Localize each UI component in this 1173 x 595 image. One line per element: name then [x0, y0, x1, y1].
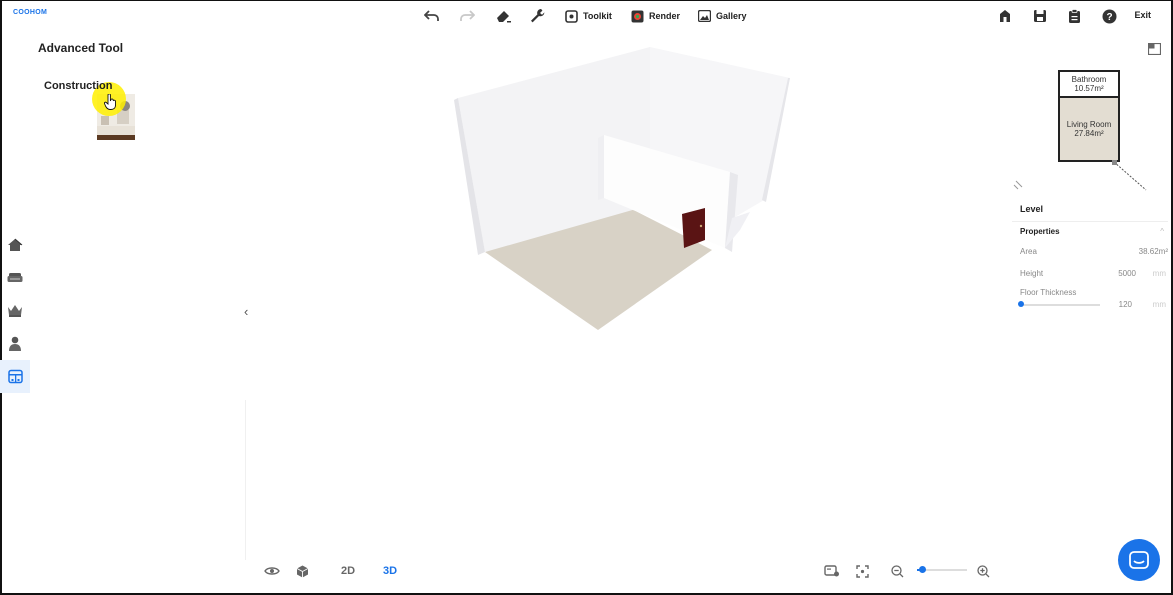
zoom-in-icon: [977, 564, 990, 577]
chevron-up-icon[interactable]: ^: [1160, 227, 1164, 236]
room-area: 27.84m²: [1074, 129, 1104, 138]
floor-thickness-slider[interactable]: [1020, 304, 1100, 306]
category-sidebar: [0, 228, 30, 393]
toolkit-label: Toolkit: [583, 11, 612, 21]
floor-thickness-slider-handle[interactable]: [1018, 301, 1024, 307]
minimap-toggle-button[interactable]: [1147, 42, 1162, 60]
zoom-out-button[interactable]: [891, 561, 904, 581]
cabinet-icon: [7, 369, 23, 384]
crown-icon: [8, 305, 22, 317]
camera-settings-button[interactable]: [824, 561, 840, 581]
room-area: 10.57m²: [1074, 84, 1104, 93]
sofa-icon: [7, 273, 23, 282]
zoom-out-icon: [891, 564, 904, 577]
door[interactable]: [682, 208, 705, 248]
construction-label[interactable]: Construction: [44, 80, 112, 92]
object-view-toggle[interactable]: [296, 561, 309, 581]
toolkit-icon: [565, 9, 578, 23]
home-button[interactable]: [998, 6, 1012, 26]
render-icon: [631, 10, 644, 22]
sidebar-item-profile[interactable]: [0, 327, 30, 360]
home-icon: [1000, 10, 1010, 22]
gallery-label: Gallery: [716, 11, 747, 21]
wrench-icon: [531, 9, 545, 23]
partition-back: [598, 135, 604, 200]
floorplan-minimap[interactable]: Bathroom 10.57m² Living Room 27.84m²: [1058, 70, 1120, 162]
svg-text:?: ?: [1106, 12, 1112, 23]
render-button[interactable]: Render: [631, 6, 680, 26]
render-label: Render: [649, 11, 681, 21]
help-button[interactable]: ?: [1102, 6, 1117, 26]
area-label: Area: [1020, 247, 1037, 256]
zoom-slider-handle[interactable]: [919, 566, 926, 573]
undo-button[interactable]: [424, 6, 440, 26]
eraser-icon: [497, 11, 511, 23]
section-divider: [1012, 221, 1168, 222]
height-label: Height: [1020, 269, 1044, 278]
area-value: 38.62m²: [1138, 247, 1168, 256]
room-name: Living Room: [1066, 120, 1112, 129]
chat-support-button[interactable]: [1118, 539, 1160, 581]
house-icon: [8, 238, 23, 251]
minimap-room-living[interactable]: Living Room 27.84m²: [1058, 96, 1120, 162]
save-icon: [1034, 10, 1046, 22]
save-button[interactable]: [1033, 6, 1047, 26]
minimap-room-bathroom[interactable]: Bathroom 10.57m²: [1058, 70, 1120, 98]
eraser-button[interactable]: [495, 6, 513, 26]
level-heading: Level: [1020, 204, 1044, 214]
clipboard-button[interactable]: [1068, 6, 1081, 26]
floor-thickness-input[interactable]: 120: [1119, 300, 1132, 309]
gallery-icon: [698, 10, 711, 22]
sidebar-item-cabinet[interactable]: [0, 360, 30, 393]
fit-view-button[interactable]: [856, 561, 869, 581]
resize-handle-icon[interactable]: [1013, 180, 1023, 190]
clipboard-icon: [1069, 8, 1080, 23]
person-icon: [9, 336, 21, 351]
door-handle: [699, 224, 703, 228]
view-2d-button[interactable]: 2D: [341, 561, 355, 581]
cube-icon: [296, 565, 309, 577]
sidebar-item-structure[interactable]: [0, 228, 30, 261]
floor-thickness-label: Floor Thickness: [1020, 288, 1077, 297]
minimap-icon: [1147, 42, 1162, 56]
app-logo: COOHOM: [13, 9, 48, 16]
focus-icon: [856, 564, 869, 578]
floor-thickness-unit: mm: [1152, 300, 1166, 309]
view-3d-button[interactable]: 3D: [383, 561, 397, 581]
height-input[interactable]: 5000: [1118, 269, 1136, 278]
panel-divider: [245, 400, 246, 560]
visibility-toggle[interactable]: [264, 561, 280, 581]
room-name: Bathroom: [1071, 75, 1107, 84]
exit-button[interactable]: Exit: [1134, 10, 1151, 20]
collapse-panel-icon[interactable]: ‹: [244, 304, 248, 319]
height-unit: mm: [1152, 269, 1166, 278]
eye-icon: [264, 567, 280, 575]
redo-button[interactable]: [459, 6, 475, 26]
left-panel: Advanced Tool Construction ‹: [0, 32, 248, 595]
toolkit-button[interactable]: Toolkit: [565, 6, 612, 26]
zoom-in-button[interactable]: [977, 561, 990, 581]
top-toolbar: COOHOM Toolkit Render Gallery ? Exit: [0, 0, 1173, 32]
help-icon: ?: [1102, 9, 1117, 23]
camera-settings-icon: [824, 565, 839, 577]
undo-icon: [424, 10, 439, 21]
redo-icon: [460, 10, 475, 21]
minimap-camera-indicator: [1112, 160, 1147, 191]
gallery-button[interactable]: Gallery: [698, 6, 747, 26]
properties-heading: Properties: [1020, 227, 1060, 236]
hand-cursor-icon: [104, 93, 116, 115]
sidebar-item-decor[interactable]: [0, 294, 30, 327]
sidebar-item-furniture[interactable]: [0, 261, 30, 294]
wrench-button[interactable]: [529, 6, 547, 26]
chat-icon: [1129, 551, 1149, 569]
panel-title: Advanced Tool: [38, 41, 124, 55]
3d-viewport[interactable]: [440, 40, 800, 340]
